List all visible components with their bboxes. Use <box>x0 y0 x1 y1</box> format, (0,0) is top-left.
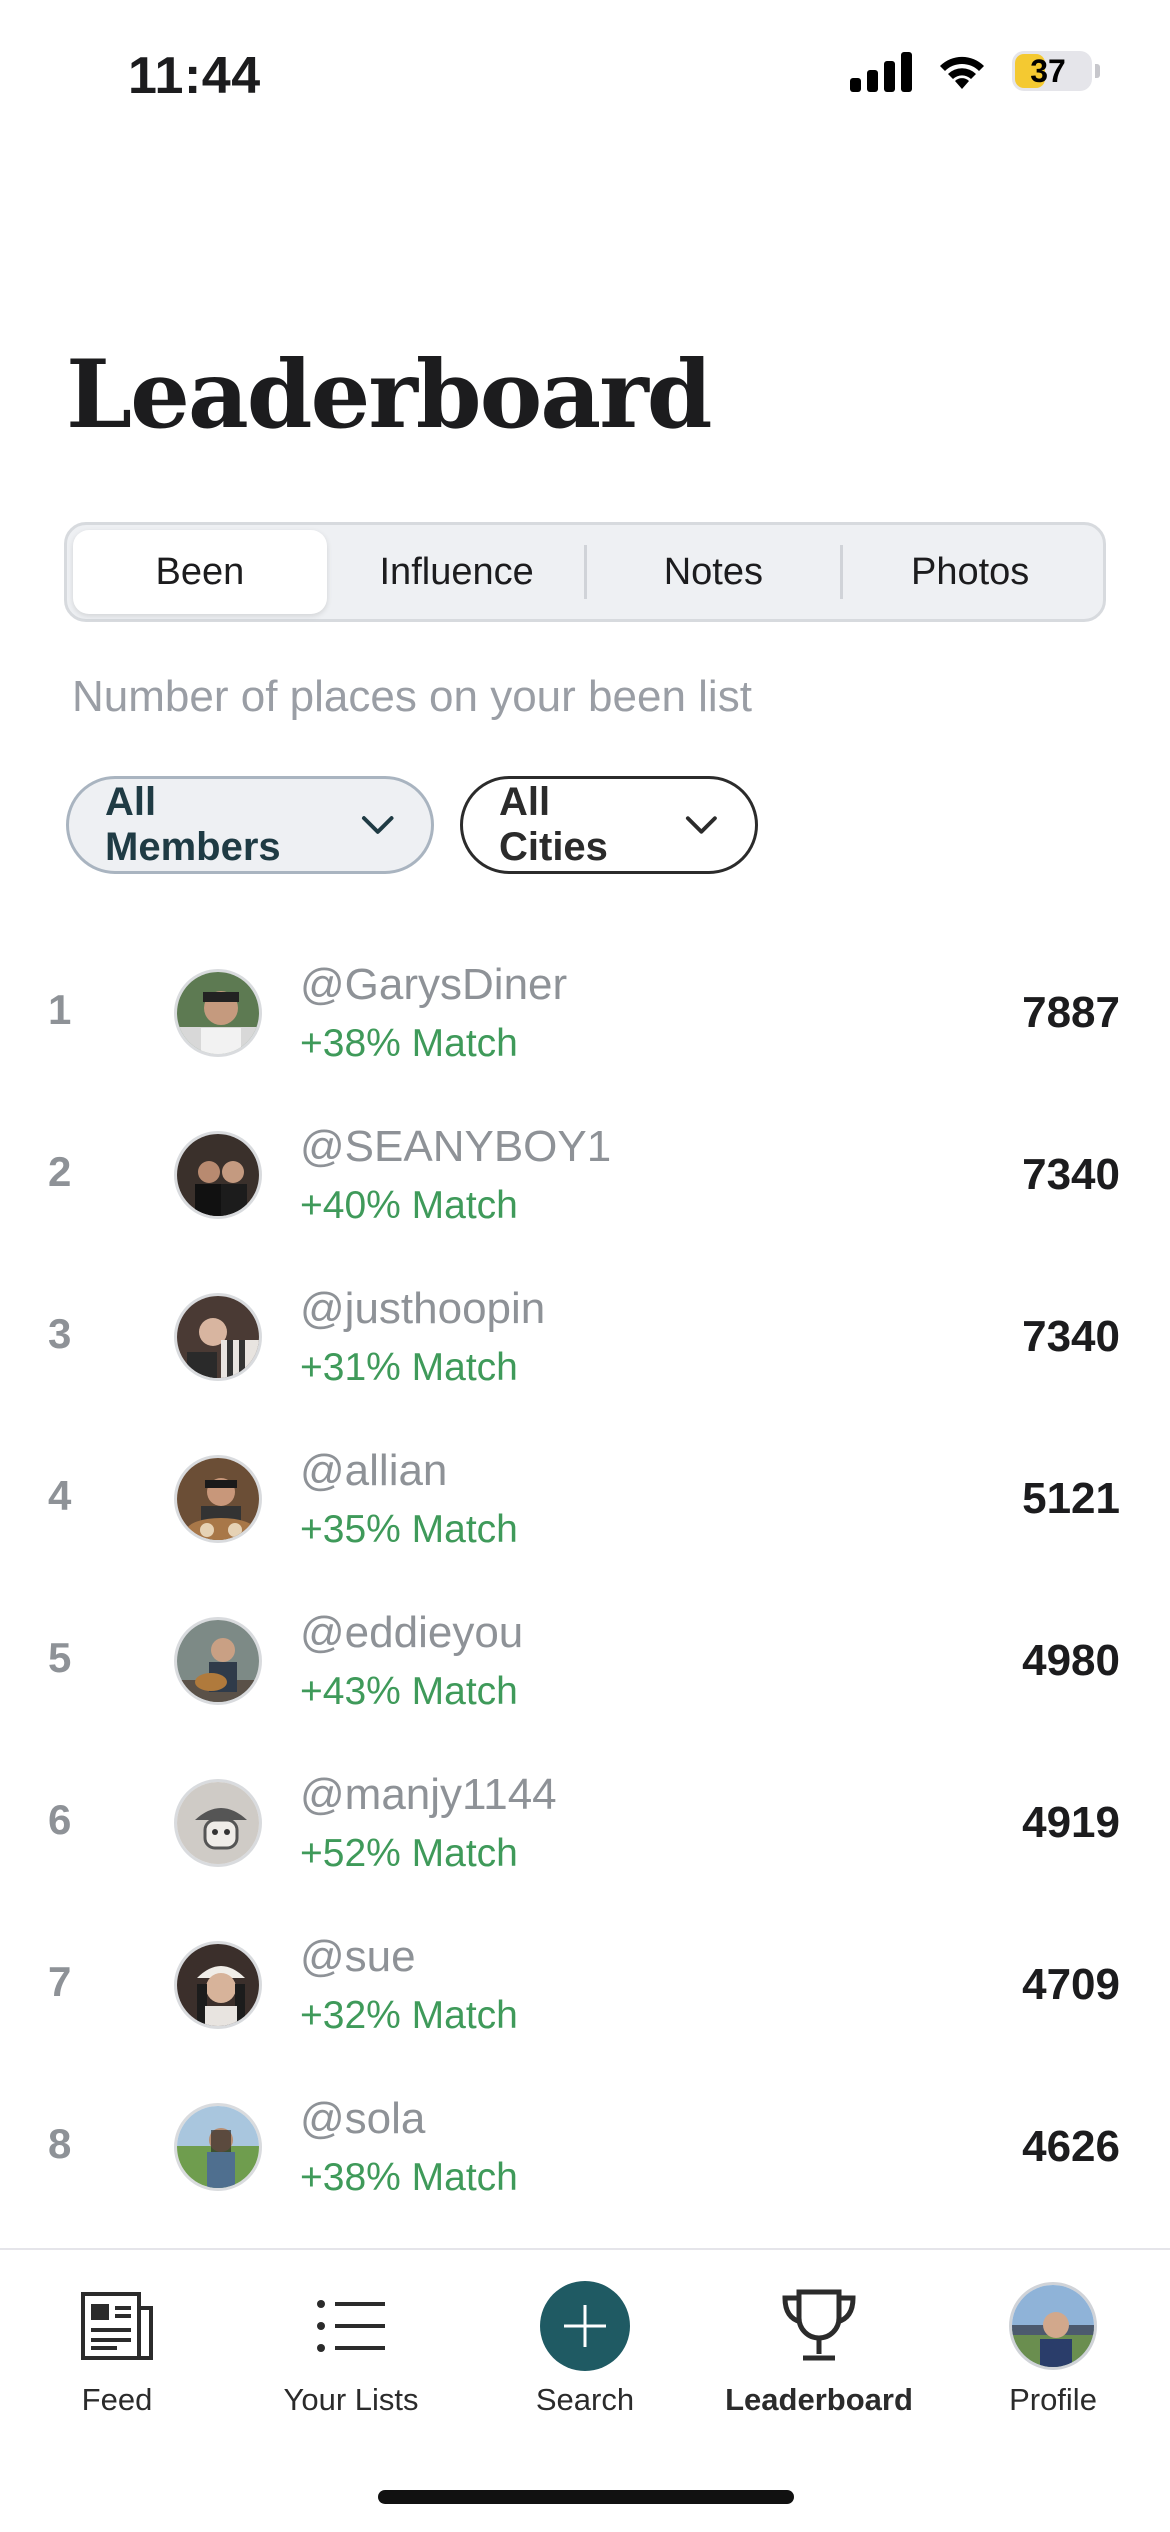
match-percentage: +32% Match <box>300 1994 518 2037</box>
profile-avatar <box>1009 2282 1097 2370</box>
places-count: 7340 <box>1022 1150 1120 1199</box>
tab-profile[interactable]: Profile <box>936 2278 1170 2418</box>
match-percentage: +40% Match <box>300 1184 518 1227</box>
tab-photos[interactable]: Photos <box>843 530 1097 614</box>
leaderboard-screen: 11:44 37 Leaderboard Been Influence Note… <box>0 0 1170 2532</box>
tab-label: Leaderboard <box>725 2382 913 2417</box>
wifi-icon <box>940 56 984 89</box>
profile-avatar-wrap <box>1005 2278 1101 2374</box>
username[interactable]: @sola <box>300 2094 425 2144</box>
rank-number: 7 <box>48 1958 72 2005</box>
tab-label: Search <box>535 2382 635 2417</box>
rank-number: 4 <box>48 1472 72 1519</box>
chevron-down-icon <box>686 816 718 834</box>
tab-label: Profile <box>1009 2382 1097 2417</box>
members-filter-dropdown[interactable]: All Members <box>66 776 434 874</box>
username[interactable]: @allian <box>300 1446 447 1496</box>
category-description: Number of places on your been list <box>72 672 752 721</box>
tab-label: Your Lists <box>283 2382 419 2417</box>
places-count: 7340 <box>1022 1312 1120 1361</box>
user-avatar[interactable] <box>174 1941 262 2029</box>
tab-notes[interactable]: Notes <box>587 530 841 614</box>
tab-influence[interactable]: Influence <box>330 530 584 614</box>
user-avatar[interactable] <box>174 1455 262 1543</box>
cities-filter-dropdown[interactable]: All Cities <box>460 776 758 874</box>
user-avatar[interactable] <box>174 1293 262 1381</box>
match-percentage: +35% Match <box>300 1508 518 1551</box>
match-percentage: +52% Match <box>300 1832 518 1875</box>
places-count: 4709 <box>1022 1960 1120 2009</box>
leaderboard-row[interactable]: 7 @sue +32% Match 4709 <box>0 1904 1170 2066</box>
username[interactable]: @sue <box>300 1932 416 1982</box>
username[interactable]: @eddieyou <box>300 1608 523 1658</box>
status-indicators: 37 <box>850 50 1100 92</box>
user-avatar[interactable] <box>174 969 262 1057</box>
rank-number: 2 <box>48 1148 72 1195</box>
cities-filter-label: All Cities <box>499 780 608 869</box>
plus-icon <box>540 2281 630 2371</box>
leaderboard-list: 1 @GarysDiner +38% Match 7887 2 @SEANYBO… <box>0 932 1170 2228</box>
chevron-down-icon <box>361 816 394 834</box>
places-count: 7887 <box>1022 988 1120 1037</box>
leaderboard-row[interactable]: 2 @SEANYBOY1 +40% Match 7340 <box>0 1094 1170 1256</box>
battery-icon: 37 <box>1012 51 1100 91</box>
tab-feed[interactable]: Feed <box>0 2278 234 2418</box>
page-title: Leaderboard <box>66 340 712 450</box>
places-count: 5121 <box>1022 1474 1120 1523</box>
username[interactable]: @justhoopin <box>300 1284 545 1334</box>
tab-your-lists[interactable]: Your Lists <box>234 2278 468 2418</box>
leaderboard-row[interactable]: 8 @sola +38% Match 4626 <box>0 2066 1170 2228</box>
newspaper-icon <box>69 2278 165 2374</box>
places-count: 4980 <box>1022 1636 1120 1685</box>
match-percentage: +43% Match <box>300 1670 518 1713</box>
leaderboard-row[interactable]: 6 @manjy1144 +52% Match 4919 <box>0 1742 1170 1904</box>
trophy-icon <box>771 2278 867 2374</box>
list-icon <box>303 2278 399 2374</box>
username[interactable]: @SEANYBOY1 <box>300 1122 611 1172</box>
user-avatar[interactable] <box>174 1779 262 1867</box>
search-button-wrap <box>537 2278 633 2374</box>
battery-level: 37 <box>1030 52 1066 89</box>
match-percentage: +38% Match <box>300 1022 518 1065</box>
match-percentage: +31% Match <box>300 1346 518 1389</box>
rank-number: 3 <box>48 1310 72 1357</box>
cellular-signal-icon <box>850 50 912 92</box>
user-avatar[interactable] <box>174 2103 262 2191</box>
home-indicator <box>378 2490 794 2504</box>
leaderboard-row[interactable]: 3 @justhoopin +31% Match 7340 <box>0 1256 1170 1418</box>
leaderboard-category-tabs: Been Influence Notes Photos <box>64 522 1106 622</box>
tab-been[interactable]: Been <box>73 530 327 614</box>
match-percentage: +38% Match <box>300 2156 518 2199</box>
tab-leaderboard[interactable]: Leaderboard <box>702 2278 936 2418</box>
username[interactable]: @GarysDiner <box>300 960 567 1010</box>
places-count: 4626 <box>1022 2122 1120 2171</box>
status-time: 11:44 <box>128 47 261 105</box>
username[interactable]: @manjy1144 <box>300 1770 557 1820</box>
leaderboard-row[interactable]: 5 @eddieyou +43% Match 4980 <box>0 1580 1170 1742</box>
rank-number: 1 <box>48 986 72 1033</box>
leaderboard-row[interactable]: 4 @allian +35% Match 5121 <box>0 1418 1170 1580</box>
user-avatar[interactable] <box>174 1131 262 1219</box>
rank-number: 8 <box>48 2120 72 2167</box>
rank-number: 6 <box>48 1796 72 1843</box>
user-avatar[interactable] <box>174 1617 262 1705</box>
tab-label: Feed <box>81 2382 153 2417</box>
leaderboard-row[interactable]: 1 @GarysDiner +38% Match 7887 <box>0 932 1170 1094</box>
places-count: 4919 <box>1022 1798 1120 1847</box>
members-filter-label: All Members <box>105 780 281 869</box>
tab-search[interactable]: Search <box>468 2278 702 2418</box>
rank-number: 5 <box>48 1634 72 1681</box>
